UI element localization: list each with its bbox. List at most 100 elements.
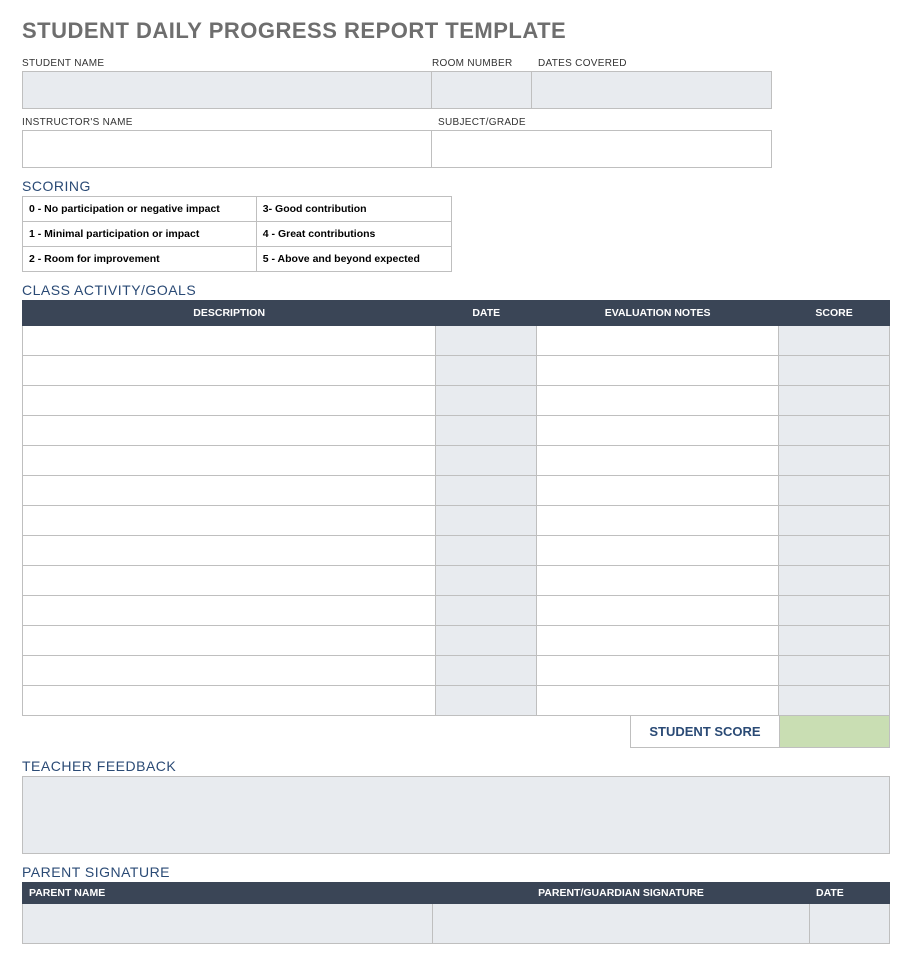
activity-date-input[interactable] xyxy=(436,566,537,596)
activity-score-input[interactable] xyxy=(779,416,890,446)
activity-date-input[interactable] xyxy=(436,626,537,656)
activity-notes-input[interactable] xyxy=(537,656,779,686)
student-score-value[interactable] xyxy=(780,716,890,748)
scoring-row: 2 - Room for improvement 5 - Above and b… xyxy=(23,247,452,272)
parent-date-input[interactable] xyxy=(810,904,890,944)
activity-score-input[interactable] xyxy=(779,656,890,686)
activity-row xyxy=(23,356,890,386)
activity-description-input[interactable] xyxy=(23,416,436,446)
subject-cell: SUBJECT/GRADE xyxy=(432,117,772,168)
activity-date-input[interactable] xyxy=(436,386,537,416)
room-number-input[interactable] xyxy=(432,71,532,109)
scoring-cell: 2 - Room for improvement xyxy=(23,247,257,272)
activity-score-input[interactable] xyxy=(779,506,890,536)
activity-notes-input[interactable] xyxy=(537,506,779,536)
scoring-row: 0 - No participation or negative impact … xyxy=(23,197,452,222)
activity-row xyxy=(23,416,890,446)
subject-input[interactable] xyxy=(432,130,772,168)
activity-date-input[interactable] xyxy=(436,536,537,566)
feedback-input[interactable] xyxy=(22,776,890,854)
activity-score-input[interactable] xyxy=(779,626,890,656)
activity-description-input[interactable] xyxy=(23,446,436,476)
activity-notes-input[interactable] xyxy=(537,326,779,356)
room-number-label: ROOM NUMBER xyxy=(432,58,532,69)
activity-row xyxy=(23,506,890,536)
scoring-row: 1 - Minimal participation or impact 4 - … xyxy=(23,222,452,247)
activity-description-input[interactable] xyxy=(23,356,436,386)
activity-date-input[interactable] xyxy=(436,686,537,716)
activity-description-input[interactable] xyxy=(23,386,436,416)
parent-sig-header: PARENT/GUARDIAN SIGNATURE xyxy=(433,883,810,904)
dates-covered-input[interactable] xyxy=(532,71,772,109)
activity-score-input[interactable] xyxy=(779,476,890,506)
activity-row xyxy=(23,566,890,596)
scoring-cell: 3- Good contribution xyxy=(256,197,451,222)
activity-score-input[interactable] xyxy=(779,356,890,386)
parent-name-header: PARENT NAME xyxy=(23,883,433,904)
student-name-label: STUDENT NAME xyxy=(22,58,432,69)
activity-date-input[interactable] xyxy=(436,506,537,536)
activity-date-input[interactable] xyxy=(436,656,537,686)
info-row-1: STUDENT NAME ROOM NUMBER DATES COVERED xyxy=(22,58,890,109)
activity-score-input[interactable] xyxy=(779,596,890,626)
activity-description-input[interactable] xyxy=(23,656,436,686)
dates-covered-cell: DATES COVERED xyxy=(532,58,772,109)
page-title: STUDENT DAILY PROGRESS REPORT TEMPLATE xyxy=(22,18,890,44)
activity-date-input[interactable] xyxy=(436,596,537,626)
activity-notes-input[interactable] xyxy=(537,356,779,386)
activity-score-input[interactable] xyxy=(779,536,890,566)
parent-date-header: DATE xyxy=(810,883,890,904)
activity-score-input[interactable] xyxy=(779,686,890,716)
activity-row xyxy=(23,476,890,506)
col-score-header: SCORE xyxy=(779,301,890,326)
activity-table: DESCRIPTION DATE EVALUATION NOTES SCORE xyxy=(22,300,890,716)
activity-notes-input[interactable] xyxy=(537,446,779,476)
activity-notes-input[interactable] xyxy=(537,566,779,596)
activity-score-input[interactable] xyxy=(779,566,890,596)
activity-description-input[interactable] xyxy=(23,326,436,356)
scoring-heading: SCORING xyxy=(22,178,890,194)
activity-description-input[interactable] xyxy=(23,626,436,656)
activity-date-input[interactable] xyxy=(436,476,537,506)
instructor-input[interactable] xyxy=(22,130,432,168)
parent-name-input[interactable] xyxy=(23,904,433,944)
activity-notes-input[interactable] xyxy=(537,536,779,566)
student-name-input[interactable] xyxy=(22,71,432,109)
activity-score-input[interactable] xyxy=(779,326,890,356)
activity-score-input[interactable] xyxy=(779,446,890,476)
activity-notes-input[interactable] xyxy=(537,596,779,626)
activity-date-input[interactable] xyxy=(436,356,537,386)
parent-sig-input[interactable] xyxy=(433,904,810,944)
dates-covered-label: DATES COVERED xyxy=(532,58,772,69)
student-score-row: STUDENT SCORE xyxy=(22,716,890,748)
col-notes-header: EVALUATION NOTES xyxy=(537,301,779,326)
activity-notes-input[interactable] xyxy=(537,476,779,506)
student-name-cell: STUDENT NAME xyxy=(22,58,432,109)
activity-description-input[interactable] xyxy=(23,686,436,716)
activity-description-input[interactable] xyxy=(23,536,436,566)
activity-date-input[interactable] xyxy=(436,326,537,356)
activity-notes-input[interactable] xyxy=(537,686,779,716)
activity-date-input[interactable] xyxy=(436,446,537,476)
instructor-label: INSTRUCTOR'S NAME xyxy=(22,117,432,128)
activity-description-input[interactable] xyxy=(23,476,436,506)
activity-row xyxy=(23,686,890,716)
activity-row xyxy=(23,626,890,656)
activity-row xyxy=(23,386,890,416)
activity-score-input[interactable] xyxy=(779,386,890,416)
activity-notes-input[interactable] xyxy=(537,626,779,656)
activity-description-input[interactable] xyxy=(23,566,436,596)
activity-description-input[interactable] xyxy=(23,506,436,536)
activity-date-input[interactable] xyxy=(436,416,537,446)
col-date-header: DATE xyxy=(436,301,537,326)
activity-notes-input[interactable] xyxy=(537,416,779,446)
parent-heading: PARENT SIGNATURE xyxy=(22,864,890,880)
student-score-label: STUDENT SCORE xyxy=(630,716,780,748)
activity-notes-input[interactable] xyxy=(537,386,779,416)
room-number-cell: ROOM NUMBER xyxy=(432,58,532,109)
parent-row xyxy=(23,904,890,944)
scoring-cell: 5 - Above and beyond expected xyxy=(256,247,451,272)
scoring-cell: 0 - No participation or negative impact xyxy=(23,197,257,222)
activity-description-input[interactable] xyxy=(23,596,436,626)
activity-row xyxy=(23,596,890,626)
